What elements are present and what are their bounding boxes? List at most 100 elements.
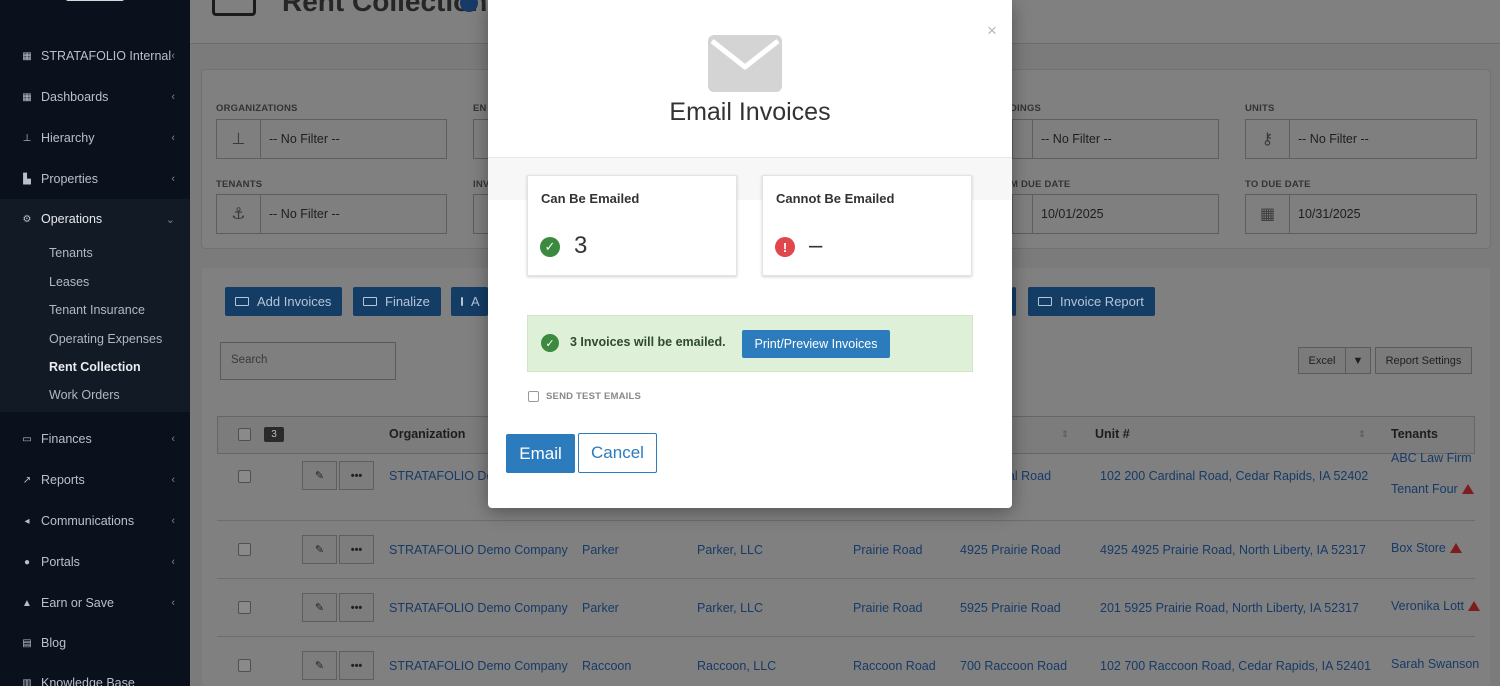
row-entity[interactable]: Parker [582,601,619,615]
to-due-date-field[interactable]: ▦ 10/31/2025 [1245,194,1477,234]
sidebar-item-reports[interactable]: ↗ Reports ‹ [0,462,190,498]
edit-pencil-icon[interactable]: ✎ [302,651,337,680]
row-property[interactable]: Prairie Road [853,601,922,615]
row-tenant[interactable]: Sarah Swanson [1391,657,1479,671]
action-button-hidden[interactable] [1012,287,1016,316]
sidebar-item-blog[interactable]: ▤ Blog [0,625,190,661]
sidebar-subitem-work-orders[interactable]: Work Orders [49,388,120,402]
send-test-emails-checkbox[interactable] [528,391,539,402]
row-organization[interactable]: STRATAFOLIO Demo Company [389,659,568,673]
edit-pencil-icon[interactable]: ✎ [302,461,337,490]
book-icon: ▥ [22,677,32,686]
sidebar-item-operations[interactable]: ⚙ Operations ⌄ [0,201,190,237]
row-tenant-2[interactable]: Tenant Four [1391,482,1474,496]
sidebar-subitem-leases[interactable]: Leases [49,275,89,289]
buildings-filter[interactable]: -- No Filter -- [1012,119,1219,159]
cancel-button[interactable]: Cancel [578,433,657,473]
row-divider [217,520,1475,521]
report-settings-button[interactable]: Report Settings [1375,347,1472,374]
sidebar-item-dashboards[interactable]: ▦ Dashboards ‹ [0,79,190,115]
invoice-report-button[interactable]: Invoice Report [1028,287,1155,316]
sidebar-item-hierarchy[interactable]: ⊥ Hierarchy ‹ [0,120,190,156]
row-entity-name[interactable]: Parker, LLC [697,543,763,557]
column-header-tenants[interactable]: Tenants [1391,427,1438,441]
email-button[interactable]: Email [506,434,575,473]
excel-dropdown-button[interactable]: ▼ [1345,347,1371,374]
from-due-date-field[interactable]: 10/01/2025 [1012,194,1219,234]
sidebar-item-stratafolio-internal[interactable]: ▦ STRATAFOLIO Internal ‹ [0,38,190,74]
organizations-filter-value: -- No Filter -- [269,132,340,146]
sidebar-item-label: Dashboards [41,90,109,104]
units-filter[interactable]: ⚷ -- No Filter -- [1245,119,1477,159]
chevron-left-icon: ‹ [171,597,175,609]
sidebar-subitem-tenant-insurance[interactable]: Tenant Insurance [49,303,145,317]
tenants-filter[interactable]: ⚓ -- No Filter -- [216,194,447,234]
close-icon[interactable]: × [987,21,997,41]
cannot-be-emailed-card: Cannot Be Emailed ! – [762,175,972,276]
row-entity-name[interactable]: Raccoon, LLC [697,659,776,673]
more-options-icon[interactable]: ••• [339,593,374,622]
sidebar-subitem-rent-collection[interactable]: Rent Collection [49,360,141,374]
sidebar-item-finances[interactable]: ▭ Finances ‹ [0,421,190,457]
action-button-3[interactable]: A [451,287,488,316]
row-unit[interactable]: 201 5925 Prairie Road, North Liberty, IA… [1100,601,1359,615]
excel-button[interactable]: Excel [1298,347,1346,374]
row-checkbox[interactable] [238,470,251,483]
sidebar-item-label: Blog [41,636,67,650]
more-options-icon[interactable]: ••• [339,461,374,490]
check-circle-icon: ✓ [541,334,559,352]
row-unit[interactable]: 102 200 Cardinal Road, Cedar Rapids, IA … [1100,469,1368,483]
sidebar-item-label: Properties [41,172,98,186]
row-organization[interactable]: STRATAFOLIO Demo Company [389,601,568,615]
brand-logo[interactable] [66,0,124,1]
search-input[interactable]: Search [220,342,396,380]
row-divider [217,578,1475,579]
row-unit[interactable]: 102 700 Raccoon Road, Cedar Rapids, IA 5… [1100,659,1371,673]
add-invoices-button[interactable]: Add Invoices [225,287,343,316]
row-entity-name[interactable]: Parker, LLC [697,601,763,615]
sort-icon[interactable]: ⇕ [1358,429,1366,440]
column-header-unit[interactable]: Unit # [1095,427,1130,441]
row-checkbox[interactable] [238,543,251,556]
sidebar-item-knowledge-base[interactable]: ▥ Knowledge Base [0,665,190,686]
row-property[interactable]: Prairie Road [853,543,922,557]
row-building[interactable]: 4925 Prairie Road [960,543,1061,557]
can-be-emailed-card: Can Be Emailed ✓ 3 [527,175,737,276]
row-tenant[interactable]: Box Store [1391,541,1462,555]
row-tenant[interactable]: ABC Law Firm [1391,451,1472,465]
row-building[interactable]: 700 Raccoon Road [960,659,1067,673]
sort-icon[interactable]: ⇕ [1061,429,1069,440]
more-options-icon[interactable]: ••• [339,651,374,680]
row-unit[interactable]: 4925 4925 Prairie Road, North Liberty, I… [1100,543,1366,557]
action-button-3-label: A [471,294,480,309]
more-options-icon[interactable]: ••• [339,535,374,564]
edit-pencil-icon[interactable]: ✎ [302,593,337,622]
row-building[interactable]: 5925 Prairie Road [960,601,1061,615]
row-property[interactable]: Raccoon Road [853,659,936,673]
print-preview-invoices-button[interactable]: Print/Preview Invoices [742,330,890,358]
users-icon: ● [23,556,31,568]
organizations-filter[interactable]: ⊥ -- No Filter -- [216,119,447,159]
row-divider [217,636,1475,637]
sitemap-icon: ⊥ [22,132,32,144]
row-tenant-label: Box Store [1391,541,1446,555]
sidebar-subitem-operating-expenses[interactable]: Operating Expenses [49,332,162,346]
buildings-label: DINGS [1010,103,1042,114]
sidebar-item-portals[interactable]: ● Portals ‹ [0,544,190,580]
finalize-button[interactable]: Finalize [353,287,441,316]
row-checkbox[interactable] [238,659,251,672]
row-entity[interactable]: Raccoon [582,659,631,673]
modal-header: Email Invoices × [488,0,1012,158]
sidebar-item-earn-or-save[interactable]: ▲ Earn or Save ‹ [0,585,190,621]
edit-pencil-icon[interactable]: ✎ [302,535,337,564]
sidebar-subitem-tenants[interactable]: Tenants [49,246,93,260]
column-header-organization[interactable]: Organization [389,427,465,441]
row-tenant[interactable]: Veronika Lott [1391,599,1480,613]
row-checkbox[interactable] [238,601,251,614]
row-organization[interactable]: STRATAFOLIO Demo Company [389,543,568,557]
select-all-checkbox[interactable] [238,428,251,441]
sidebar-item-communications[interactable]: ◂ Communications ‹ [0,503,190,539]
money-icon [235,297,249,306]
row-entity[interactable]: Parker [582,543,619,557]
sidebar-item-properties[interactable]: ▙ Properties ‹ [0,161,190,197]
